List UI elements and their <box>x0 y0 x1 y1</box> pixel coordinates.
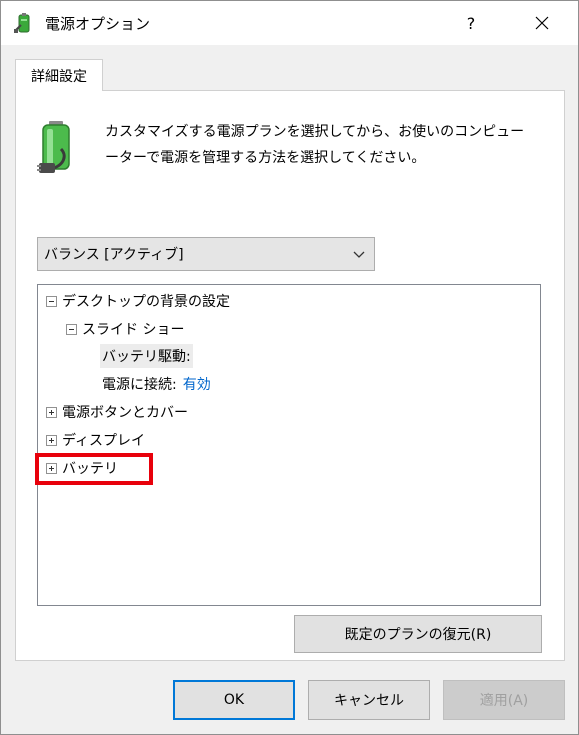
close-icon <box>535 16 549 30</box>
expand-icon[interactable] <box>46 406 57 418</box>
highlight-box <box>35 453 153 485</box>
description-line-1: カスタマイズする電源プランを選択してから、お使いのコンピュー <box>105 124 525 140</box>
title-bar[interactable]: 電源オプション ? <box>1 1 578 45</box>
setting-label: バッテリ駆動: <box>100 344 193 368</box>
cancel-button[interactable]: キャンセル <box>308 680 430 720</box>
tab-advanced-settings[interactable]: 詳細設定 <box>15 59 103 91</box>
tree-item-plugged-in[interactable]: 電源に接続: 有効 <box>102 372 211 396</box>
power-options-window: 電源オプション ? 詳細設定 カスタマイズする電源プランを選択してから、お使いの… <box>0 0 579 735</box>
tree-item-label: 電源ボタンとカバー <box>62 405 188 421</box>
tree-item-display[interactable]: ディスプレイ <box>46 428 145 452</box>
description-text: カスタマイズする電源プランを選択してから、お使いのコンピュー ーターで電源を管理… <box>105 119 555 171</box>
tree-item-on-battery[interactable]: バッテリ駆動: <box>100 344 193 368</box>
ok-button[interactable]: OK <box>173 680 295 720</box>
expand-icon[interactable] <box>46 434 57 446</box>
power-plan-dropdown[interactable]: バランス [アクティブ] <box>37 237 375 271</box>
tree-item-slideshow[interactable]: スライド ショー <box>66 317 184 341</box>
apply-button[interactable]: 適用(A) <box>443 680 565 720</box>
help-button[interactable]: ? <box>448 1 494 45</box>
setting-label: 電源に接続: <box>102 377 177 393</box>
power-plan-value: バランス [アクティブ] <box>44 247 184 263</box>
collapse-icon[interactable] <box>46 295 57 307</box>
battery-plug-icon <box>14 13 30 33</box>
description-line-2: ーターで電源を管理する方法を選択してください。 <box>105 150 426 166</box>
battery-plug-icon <box>37 121 70 173</box>
window-title: 電源オプション <box>45 15 151 33</box>
tree-item-power-buttons[interactable]: 電源ボタンとカバー <box>46 400 188 424</box>
close-button[interactable] <box>519 1 565 45</box>
tree-item-label: スライド ショー <box>82 322 185 338</box>
settings-tree[interactable]: デスクトップの背景の設定 スライド ショー バッテリ駆動: 電源に接続: 有効 … <box>37 284 541 606</box>
tree-item-desktop-background[interactable]: デスクトップの背景の設定 <box>46 289 230 313</box>
chevron-down-icon <box>353 251 365 258</box>
restore-defaults-button[interactable]: 既定のプランの復元(R) <box>294 615 542 653</box>
tree-item-label: デスクトップの背景の設定 <box>62 294 230 310</box>
tree-item-label: ディスプレイ <box>62 433 146 449</box>
collapse-icon[interactable] <box>66 323 77 335</box>
setting-value-link[interactable]: 有効 <box>183 374 211 394</box>
